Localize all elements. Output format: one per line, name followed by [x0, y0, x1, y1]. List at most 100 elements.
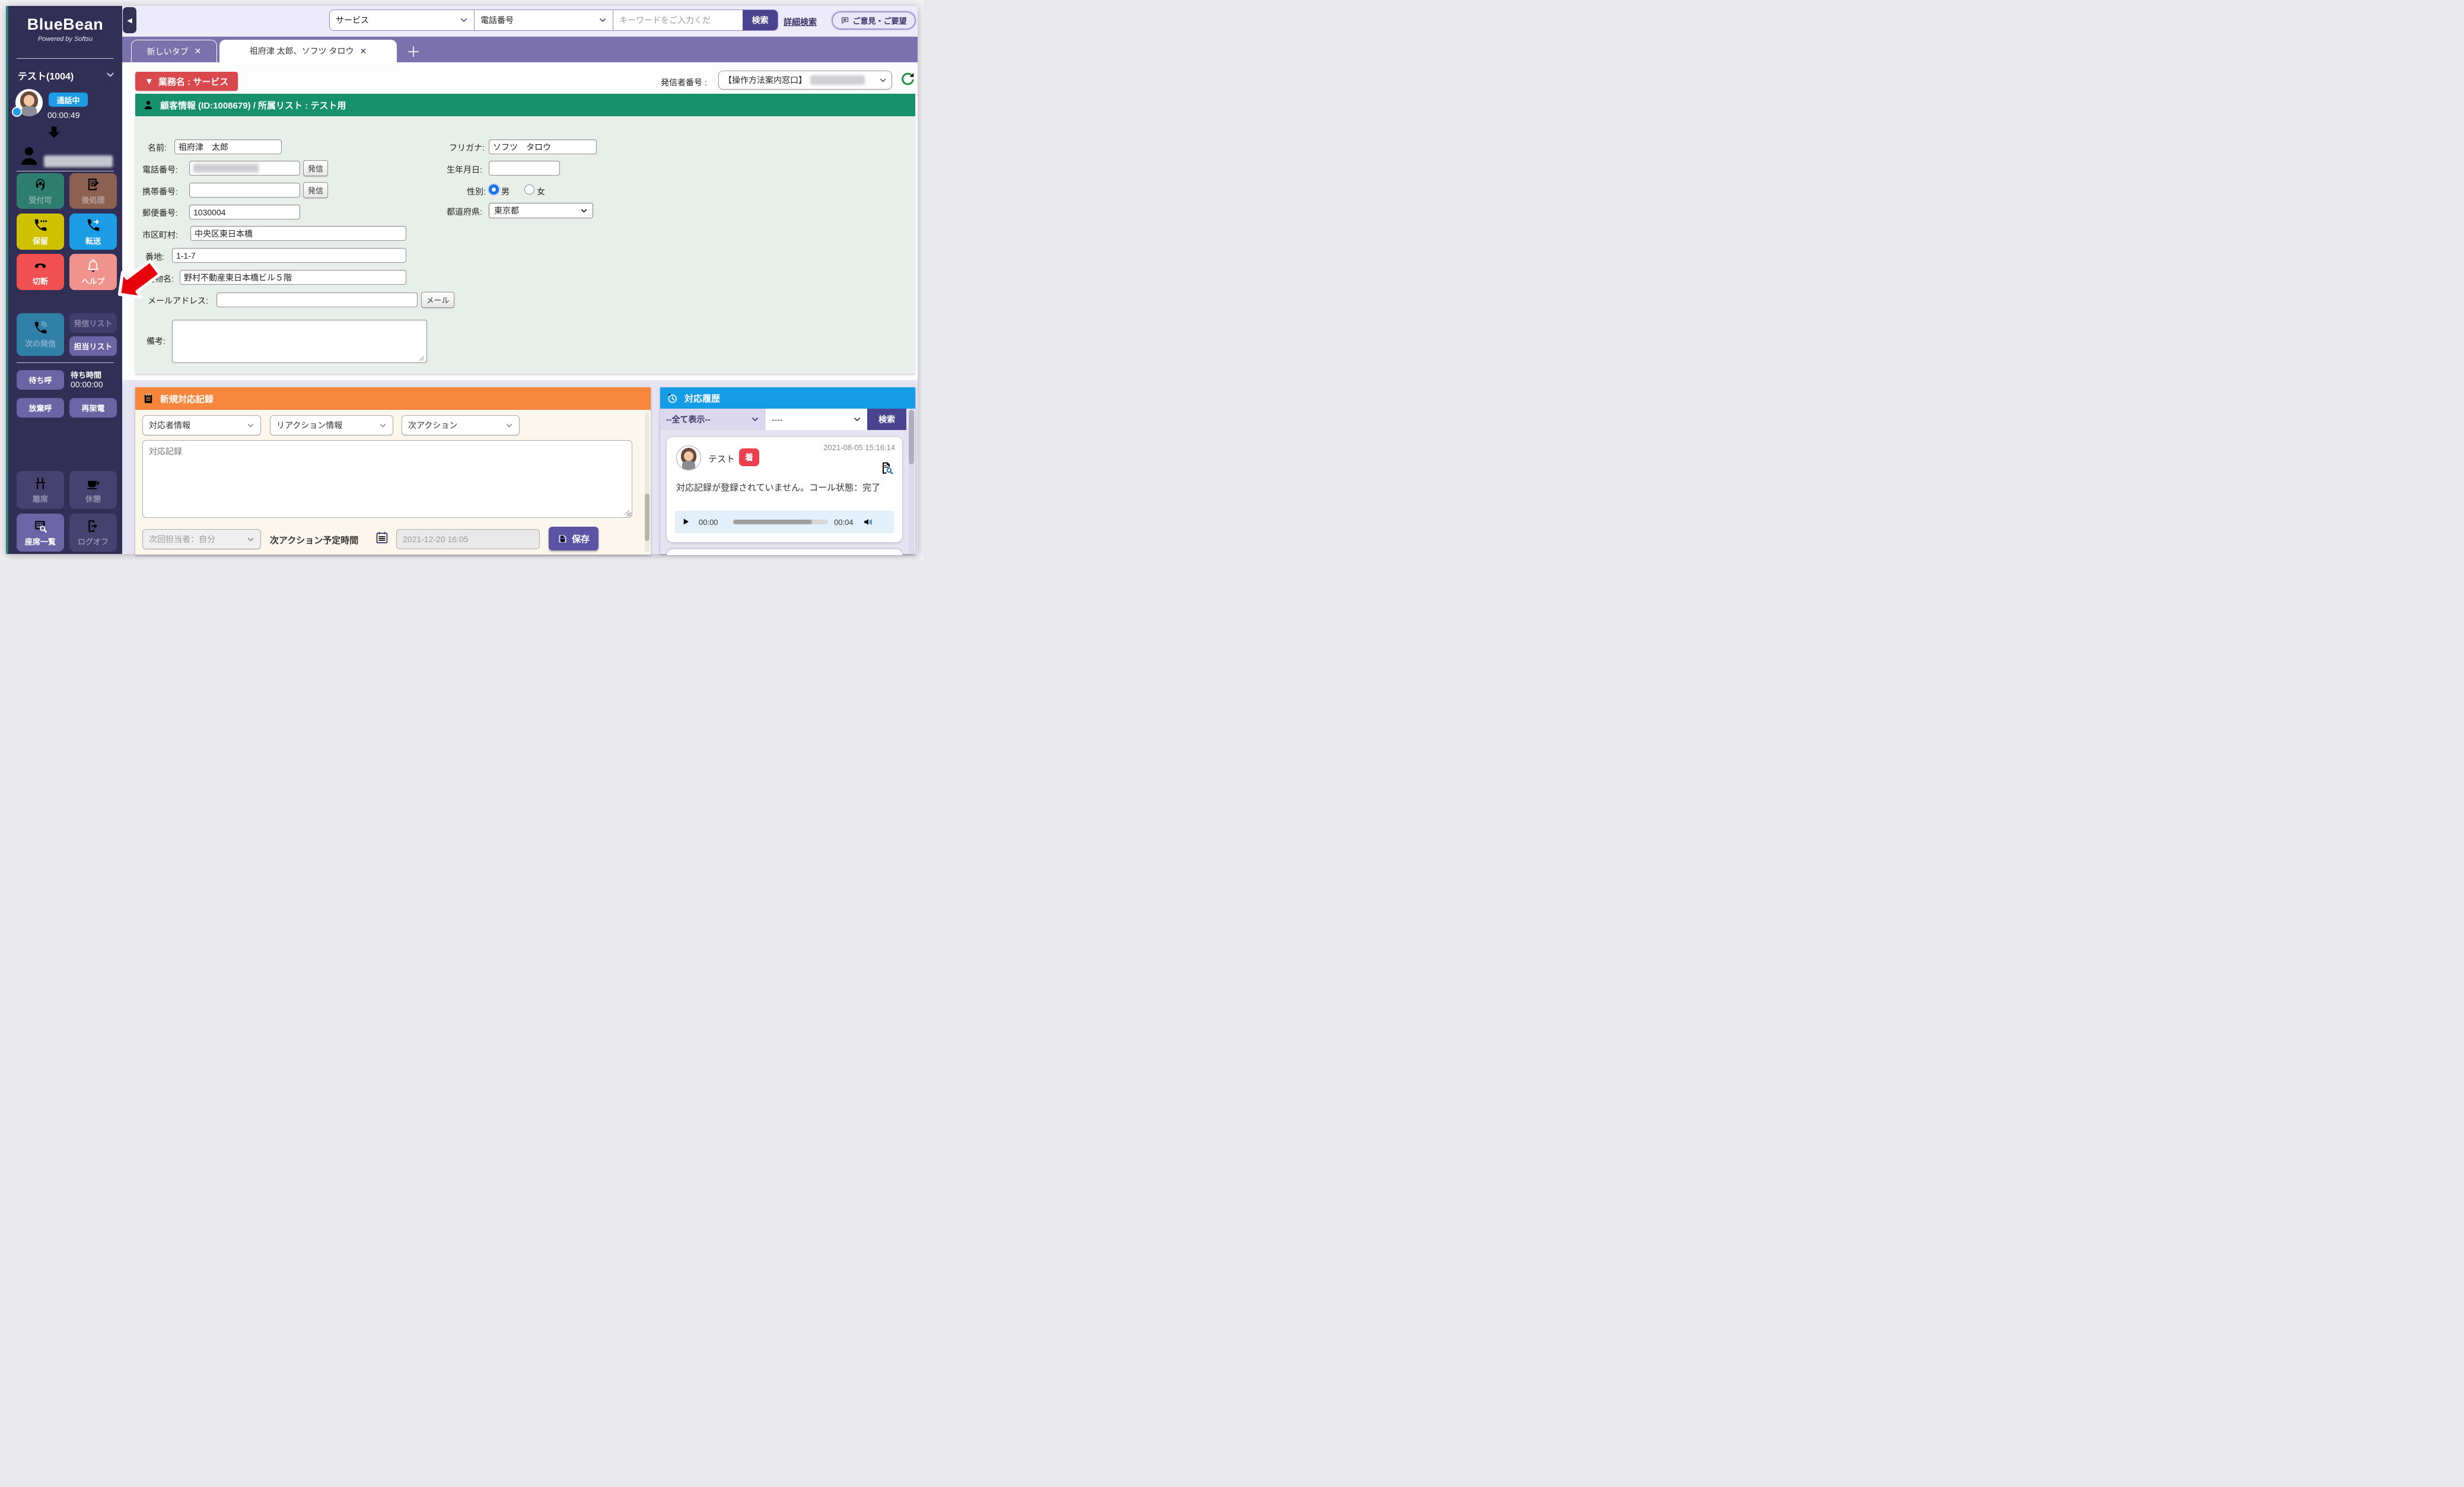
- seat-list-button[interactable]: 座席一覧: [17, 514, 64, 552]
- advanced-search-link[interactable]: 詳細検索: [784, 16, 817, 28]
- waiting-calls-button[interactable]: 待ち呼: [17, 370, 64, 390]
- hold-label: 保留: [33, 235, 48, 246]
- caller-id-label: 発信者番号 :: [661, 77, 707, 88]
- phone-transfer-icon: [85, 218, 101, 233]
- speaker-icon[interactable]: [862, 516, 874, 528]
- panel-scrollbar[interactable]: [645, 412, 650, 552]
- wait-time-value: 00:00:00: [71, 380, 103, 389]
- next-call-button[interactable]: 次の発信: [17, 313, 64, 356]
- bluebean-window: BlueBean Powered by Softsu テスト(1004) 通話中…: [6, 6, 918, 554]
- scrollbar-thumb[interactable]: [645, 493, 650, 541]
- call-direction-arrow-icon: [46, 125, 62, 140]
- person-icon: [142, 99, 154, 111]
- customer-info-header: 顧客情報 (ID:1008679) / 所属リスト : テスト用: [135, 94, 915, 116]
- clock-history-icon: [666, 392, 679, 405]
- gender-male-radio[interactable]: [489, 184, 499, 195]
- building-input[interactable]: [180, 270, 406, 285]
- tab-new[interactable]: 新しいタブ ✕: [131, 40, 217, 62]
- notepad-icon: [142, 393, 154, 405]
- status-dot: [12, 107, 22, 117]
- away-button[interactable]: 離席: [17, 471, 64, 509]
- feedback-button[interactable]: ご意見・ご要望: [832, 11, 916, 30]
- wrapup-button[interactable]: 後処理: [69, 173, 117, 209]
- close-icon[interactable]: ✕: [360, 46, 367, 56]
- responder-select[interactable]: 対応者情報: [142, 415, 261, 435]
- note-textarea[interactable]: [172, 320, 427, 363]
- gender-female-radio[interactable]: [524, 184, 534, 195]
- record-textarea[interactable]: [142, 440, 632, 518]
- birth-input[interactable]: [489, 161, 560, 176]
- logoff-button[interactable]: ログオフ: [69, 514, 117, 552]
- close-icon[interactable]: ✕: [195, 46, 202, 56]
- away-label: 離席: [33, 493, 48, 504]
- caller-id-value: 【操作方法案内窓口】: [724, 74, 807, 86]
- main-content: ▼ 業務名 : サービス 発信者番号 : 【操作方法案内窓口】 顧客情報 (ID…: [122, 62, 918, 554]
- audio-progress-track[interactable]: [733, 520, 828, 524]
- name-input[interactable]: [174, 139, 282, 154]
- reaction-select-value: リアクション情報: [276, 419, 342, 431]
- help-button[interactable]: ヘルプ: [69, 254, 117, 290]
- available-button[interactable]: 受付可: [17, 173, 64, 209]
- assigned-list-button[interactable]: 担当リスト: [69, 336, 117, 356]
- transfer-button[interactable]: 転送: [69, 214, 117, 250]
- save-button[interactable]: 保存: [549, 527, 599, 550]
- avatar-body: [682, 461, 695, 470]
- pref-select[interactable]: 東京都: [489, 203, 593, 218]
- disconnect-button[interactable]: 切断: [17, 254, 64, 290]
- chair-icon: [33, 476, 48, 491]
- avatar-face: [684, 451, 693, 461]
- chevron-down-icon[interactable]: [106, 70, 115, 79]
- history-subfilter-select[interactable]: ----: [766, 409, 867, 430]
- history-scrollbar[interactable]: [909, 409, 914, 554]
- next-person-select-value: 次回担当者：自分: [149, 533, 215, 545]
- audio-current-time: 00:00: [699, 518, 718, 527]
- tab-customer[interactable]: 祖府津 太郎、ソフツ タロウ ✕: [219, 40, 397, 62]
- save-label: 保存: [572, 533, 590, 545]
- dial-phone-button[interactable]: 発信: [303, 160, 328, 176]
- save-icon: [558, 534, 568, 544]
- dial-mobile-button[interactable]: 発信: [303, 182, 328, 198]
- next-action-select[interactable]: 次アクション: [402, 415, 520, 435]
- keyword-input[interactable]: [613, 10, 743, 30]
- record-detail-icon[interactable]: [880, 461, 894, 475]
- break-button[interactable]: 休憩: [69, 471, 117, 509]
- pref-select-value: 東京都: [494, 205, 519, 216]
- history-entry-card-partial: [667, 549, 902, 555]
- schedule-datetime-input[interactable]: 2021-12-20 16:05: [396, 529, 540, 549]
- mail-button[interactable]: メール: [421, 292, 454, 308]
- mobile-input[interactable]: [189, 183, 300, 198]
- city-input[interactable]: [190, 226, 406, 241]
- hold-button[interactable]: 保留: [17, 214, 64, 250]
- history-entry-card: テスト 着 2021-08-05 15:16:14 対応記録が登録されていません…: [667, 437, 902, 542]
- sidebar-collapse-button[interactable]: ◀: [123, 7, 136, 33]
- scrollbar-thumb[interactable]: [909, 410, 914, 464]
- history-subfilter-value: ----: [772, 415, 783, 424]
- zip-input[interactable]: [189, 205, 300, 219]
- play-icon[interactable]: [681, 517, 690, 527]
- resize-handle[interactable]: [419, 355, 425, 361]
- resize-handle[interactable]: [624, 510, 630, 515]
- search-field-select[interactable]: 電話番号: [475, 10, 613, 30]
- speech-bubble-icon: [841, 16, 849, 25]
- chevron-down-icon: [751, 415, 759, 424]
- abandoned-button[interactable]: 放棄呼: [17, 398, 64, 418]
- recall-button[interactable]: 再架電: [69, 398, 117, 418]
- add-tab-button[interactable]: ＋: [405, 42, 422, 59]
- history-search-button[interactable]: 検索: [867, 409, 906, 430]
- next-person-select[interactable]: 次回担当者：自分: [142, 529, 261, 549]
- caller-id-select[interactable]: 【操作方法案内窓口】: [718, 71, 892, 90]
- search-button[interactable]: 検索: [743, 10, 778, 30]
- zip-label: 郵便番号:: [142, 207, 178, 219]
- email-input[interactable]: [217, 292, 418, 307]
- reaction-select[interactable]: リアクション情報: [270, 415, 393, 435]
- kana-input[interactable]: [489, 139, 597, 154]
- calendar-icon[interactable]: [375, 530, 389, 545]
- transfer-label: 転送: [85, 235, 101, 246]
- street-input[interactable]: [172, 248, 406, 263]
- business-name-button[interactable]: ▼ 業務名 : サービス: [135, 72, 238, 91]
- call-list-button[interactable]: 発信リスト: [69, 313, 117, 333]
- refresh-icon[interactable]: [899, 71, 916, 88]
- service-select[interactable]: サービス: [330, 10, 475, 30]
- history-filter-select[interactable]: --全て表示--: [660, 409, 765, 430]
- abandoned-label: 放棄呼: [28, 402, 52, 413]
